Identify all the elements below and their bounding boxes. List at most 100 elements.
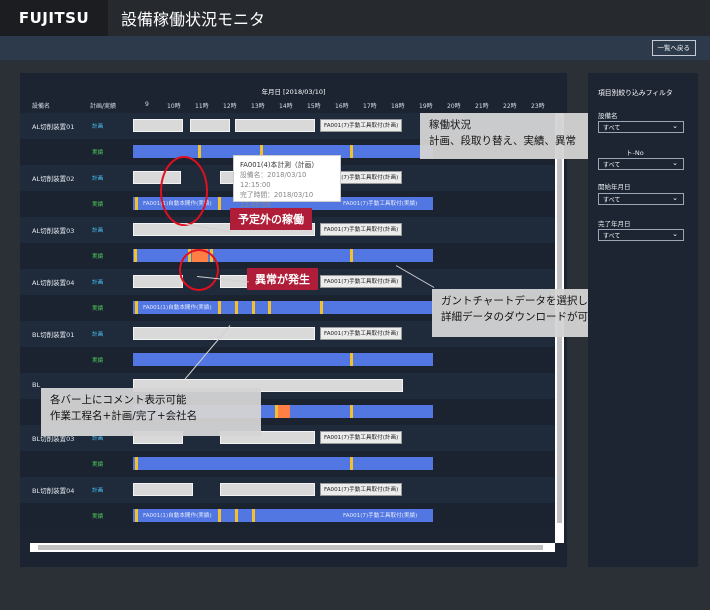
plan-bar[interactable] [235, 119, 315, 132]
device-name: AL切削装置03 [32, 227, 75, 235]
comment-callout: 各バー上にコメント表示可能 作業工程名+計画/完了+会社名 [41, 388, 261, 436]
filter-panel: 項目別絞り込みフィルタ 設備名 すべて ⌄ ト-No すべて ⌄ 開始年月日 すべて… [588, 73, 698, 567]
plan-bar-label[interactable]: FA001(7)手動工具取付(計画) [320, 223, 403, 236]
bar-tooltip: FA001(4)本計測（計画） 設備名：2018/03/10 12:15:00 … [233, 155, 341, 209]
actual-bar-label[interactable]: FA001(7)手動工具取付(実績) [340, 509, 420, 522]
changeover-marker[interactable] [218, 509, 221, 522]
chevron-down-icon: ⌄ [672, 159, 678, 167]
actual-bar-label: FA001(1)自動本間作(実績) [143, 305, 212, 311]
device-name: BL切削装置01 [32, 331, 75, 339]
comment-callout-line1: 各バー上にコメント表示可能 [50, 394, 187, 406]
changeover-marker[interactable] [252, 301, 255, 314]
actual-bar[interactable] [133, 457, 433, 470]
filter-device-value: すべて [603, 125, 621, 132]
gantt-row-plan[interactable]: BL切削装置04 計画 FA001(7)手動工具取付(計画) [20, 477, 555, 503]
hour-label: 17時 [363, 103, 377, 110]
hour-label: 23時 [531, 103, 545, 110]
hour-label: 16時 [335, 103, 349, 110]
row-kind-plan: 計画 [92, 124, 104, 130]
changeover-marker[interactable] [218, 301, 221, 314]
chevron-down-icon: ⌄ [672, 230, 678, 238]
row-kind-plan: 計画 [92, 280, 104, 286]
hour-label: 13時 [251, 103, 265, 110]
filter-label-end: 完了年月日 [598, 220, 631, 228]
changeover-marker[interactable] [135, 197, 138, 210]
changeover-marker[interactable] [268, 301, 271, 314]
plan-bar-label[interactable]: FA001(7)手動工具取付(計画) [320, 431, 403, 444]
abnormal-ring [179, 249, 219, 291]
gantt-row-actual[interactable]: 実績 [20, 451, 555, 477]
changeover-marker[interactable] [218, 197, 221, 210]
fujitsu-logo: FUJITSU [0, 0, 108, 36]
changeover-marker[interactable] [235, 301, 238, 314]
changeover-marker[interactable] [350, 405, 353, 418]
row-kind-actual: 実績 [92, 150, 104, 156]
row-kind-plan: 計画 [92, 332, 104, 338]
column-header-device: 設備名 [32, 103, 51, 110]
changeover-marker[interactable] [135, 509, 138, 522]
plan-bar[interactable] [133, 119, 183, 132]
plan-bar-label[interactable]: FA001(7)手動工具取付(計画) [320, 275, 403, 288]
changeover-marker[interactable] [350, 457, 353, 470]
unplanned-ring [160, 156, 208, 226]
row-kind-actual: 実績 [92, 202, 104, 208]
hour-label: 22時 [503, 103, 517, 110]
device-name: AL切削装置01 [32, 123, 75, 131]
changeover-marker[interactable] [235, 509, 238, 522]
filter-label-device: 設備名 [598, 112, 618, 120]
logo-text: FUJITSU [18, 9, 90, 27]
hour-label: 10時 [167, 103, 181, 110]
tooltip-start: 設備名：2018/03/10 12:15:00 [240, 171, 307, 189]
hour-label: 11時 [195, 103, 209, 110]
back-to-list-button[interactable]: 一覧へ戻る [651, 40, 696, 56]
changeover-marker[interactable] [350, 145, 353, 158]
plan-bar-label[interactable]: FA001(7)手動工具取付(計画) [320, 483, 403, 496]
hour-label: 19時 [419, 103, 433, 110]
row-kind-actual: 実績 [92, 306, 104, 312]
main-area: 年月日 [2018/03/10] 設備名 計画/実績 9 10時 11時 12時… [0, 60, 710, 610]
horizontal-scroll-thumb[interactable] [38, 545, 543, 550]
chevron-down-icon: ⌄ [672, 122, 678, 130]
plan-bar-label[interactable]: FA001(7)手動工具取付(計画) [320, 119, 403, 132]
actual-bar[interactable] [133, 249, 433, 262]
plan-bar[interactable] [133, 483, 193, 496]
row-kind-plan: 計画 [92, 488, 104, 494]
tooltip-end: 完了時間：2018/03/10 12:40:00 [240, 191, 314, 209]
changeover-marker[interactable] [198, 145, 201, 158]
changeover-marker[interactable] [350, 249, 353, 262]
plan-bar[interactable] [220, 483, 315, 496]
unplanned-callout: 予定外の稼働 [230, 208, 312, 230]
gantt-row-actual[interactable]: 実績 [20, 347, 555, 373]
horizontal-scrollbar[interactable] [30, 543, 555, 552]
changeover-marker[interactable] [275, 405, 278, 418]
changeover-marker[interactable] [135, 457, 138, 470]
filter-end-select[interactable]: すべて ⌄ [598, 229, 684, 241]
abnormal-callout: 異常が発生 [247, 268, 318, 290]
row-kind-actual: 実績 [92, 358, 104, 364]
gantt-row-actual[interactable]: 実績 FA001(1)自動本間作(実績) FA001(7)手動工具取付(実績) [20, 503, 555, 529]
hour-label: 18時 [391, 103, 405, 110]
plan-bar-label[interactable]: FA001(7)手動工具取付(計画) [320, 327, 403, 340]
hour-label: 14時 [279, 103, 293, 110]
plan-bar[interactable] [190, 119, 230, 132]
filter-device-select[interactable]: すべて ⌄ [598, 121, 684, 133]
actual-bar-label[interactable]: FA001(7)手動工具取付(実績) [340, 197, 420, 210]
hour-label: 21時 [475, 103, 489, 110]
changeover-marker[interactable] [135, 301, 138, 314]
filter-end-value: すべて [603, 233, 621, 240]
plan-bar[interactable] [133, 327, 315, 340]
changeover-marker[interactable] [252, 509, 255, 522]
plan-bar[interactable] [133, 275, 183, 288]
top-header: FUJITSU 設備稼働状況モニタ [0, 0, 710, 36]
actual-bar[interactable]: FA001(1)自動本間作(実績) [133, 301, 433, 314]
filter-lot-select[interactable]: すべて ⌄ [598, 158, 684, 170]
changeover-marker[interactable] [134, 249, 137, 262]
device-name: BL切削装置04 [32, 487, 75, 495]
abnormal-marker[interactable] [278, 405, 290, 418]
filter-lot-value: すべて [603, 162, 621, 169]
gantt-row-actual[interactable]: 実績 [20, 243, 555, 269]
actual-bar[interactable] [133, 353, 433, 366]
changeover-marker[interactable] [320, 301, 323, 314]
filter-start-select[interactable]: すべて ⌄ [598, 193, 684, 205]
changeover-marker[interactable] [350, 353, 353, 366]
